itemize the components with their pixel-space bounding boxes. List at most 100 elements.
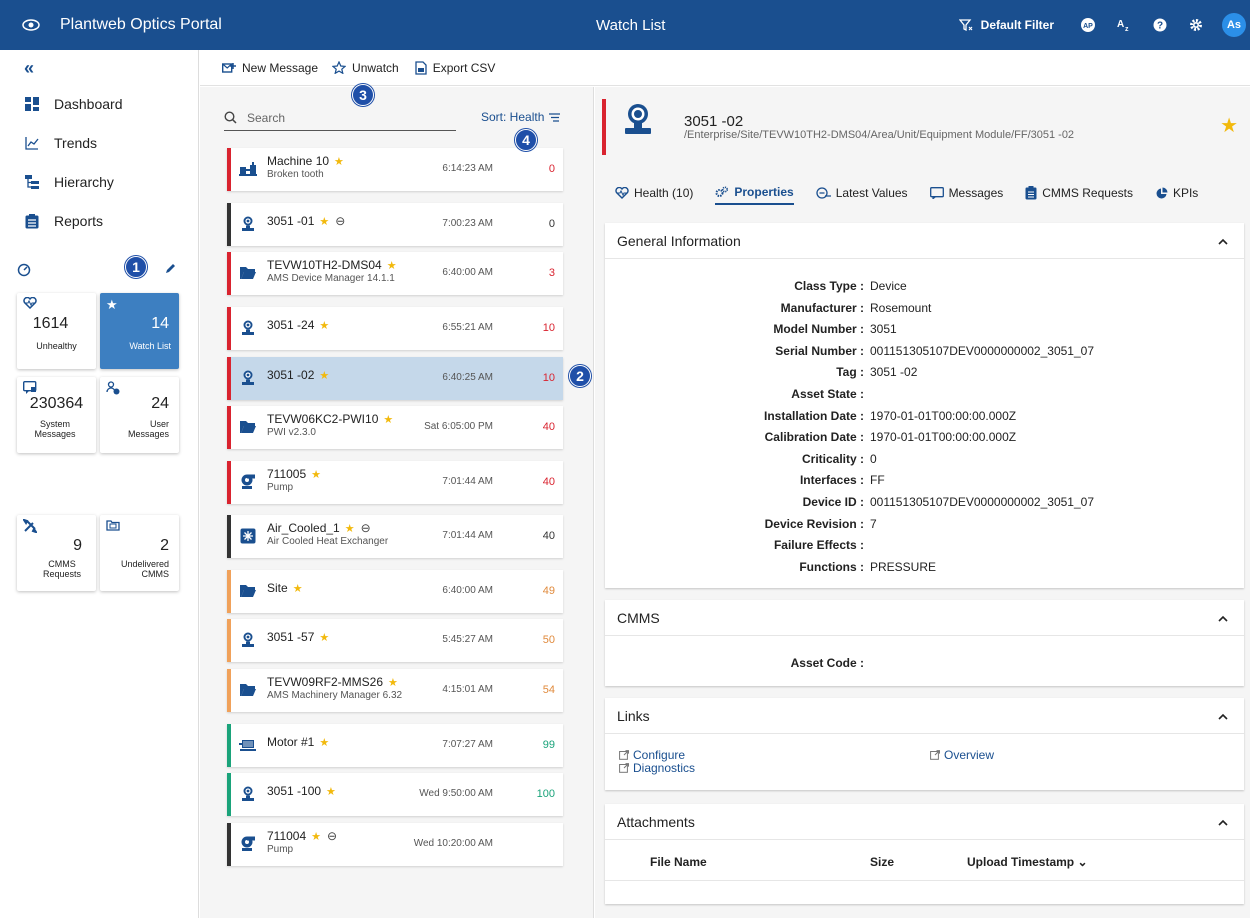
sidebar-item-hierarchy[interactable]: Hierarchy [24, 174, 114, 190]
ap-label: AP [1083, 23, 1093, 30]
health-status-bar [602, 99, 606, 155]
tab-messages[interactable]: Messages [929, 181, 1003, 205]
property-value: FF [870, 473, 885, 488]
edit-pencil-icon[interactable] [164, 263, 176, 278]
column-header-file-name[interactable]: File Name [650, 855, 707, 869]
list-item-time: 7:01:44 AM [442, 476, 493, 487]
list-item[interactable]: 3051 -57 ★ 5:45:27 AM 50 [227, 619, 563, 662]
export-csv-button[interactable]: Export CSV [415, 60, 495, 75]
transmitter-icon [239, 785, 257, 803]
star-icon[interactable]: ★ [387, 259, 397, 272]
tools-icon [21, 518, 39, 536]
list-item-title: TEVW09RF2-MMS26 ★ [267, 675, 398, 689]
detail-pane: 3051 -02 /Enterprise/Site/TEVW10TH2-DMS0… [595, 87, 1250, 918]
unwatch-label: Unwatch [352, 60, 399, 75]
default-filter-button[interactable]: Default Filter [958, 18, 1054, 32]
app-title[interactable]: Plantweb Optics Portal [60, 16, 222, 34]
sidebar-item-label: Trends [54, 135, 98, 151]
chevron-up-icon[interactable] [1218, 234, 1228, 248]
svg-text:A: A [1117, 19, 1124, 30]
csv-file-icon [415, 60, 427, 75]
star-icon[interactable]: ★ [311, 468, 321, 481]
list-item-title: 711005 ★ [267, 467, 321, 481]
sidebar-item-trends[interactable]: Trends [24, 135, 97, 151]
tile-undelivered-cmms[interactable]: 2 Undelivered CMMS [100, 515, 179, 591]
list-item[interactable]: 3051 -100 ★ Wed 9:50:00 AM 100 [227, 773, 563, 816]
collapse-sidebar-icon[interactable]: « [24, 58, 34, 79]
links-header[interactable]: Links [605, 698, 1244, 734]
star-icon[interactable]: ★ [293, 582, 303, 595]
sidebar-item-dashboard[interactable]: Dashboard [24, 96, 123, 112]
star-icon[interactable]: ★ [319, 319, 329, 332]
list-item[interactable]: TEVW09RF2-MMS26 ★ AMS Machinery Manager 6.… [227, 669, 563, 712]
star-icon[interactable]: ★ [311, 830, 321, 843]
eye-logo-icon [22, 16, 40, 34]
star-icon[interactable]: ★ [388, 676, 398, 689]
sidebar-item-reports[interactable]: Reports [24, 213, 103, 229]
property-key: Asset State : [791, 387, 864, 401]
general-information-header[interactable]: General Information [605, 223, 1244, 259]
list-item[interactable]: 711004 ★ ⊖ Pump Wed 10:20:00 AM [227, 823, 563, 866]
search-input[interactable] [247, 110, 437, 125]
list-item-subtitle: Pump [267, 844, 294, 855]
help-icon[interactable]: ? [1152, 17, 1168, 33]
star-icon[interactable]: ★ [319, 631, 329, 644]
list-item[interactable]: Site ★ 6:40:00 AM 49 [227, 570, 563, 613]
sort-button[interactable]: Sort: Health [481, 110, 561, 124]
tile-watch-list[interactable]: ★ 14 Watch List [100, 293, 179, 369]
latest-values-icon [816, 187, 831, 199]
list-item[interactable]: 711005 ★ Pump 7:01:44 AM 40 [227, 461, 563, 504]
star-icon[interactable]: ★ [383, 413, 393, 426]
list-item[interactable]: Air_Cooled_1 ★ ⊖ Air Cooled Heat Exchanger 7… [227, 515, 563, 558]
diagnostics-link[interactable]: Diagnostics [619, 761, 695, 775]
tab-properties[interactable]: Properties [715, 181, 794, 205]
tab-latest-values[interactable]: Latest Values [816, 181, 908, 205]
star-icon[interactable]: ★ [345, 522, 355, 535]
star-icon[interactable]: ★ [319, 736, 329, 749]
list-item[interactable]: TEVW10TH2-DMS04 ★ AMS Device Manager 14.1.… [227, 252, 563, 295]
minus-circle-icon: ⊖ [327, 829, 338, 843]
callout-badge-1: 1 [125, 256, 147, 278]
list-item[interactable]: 3051 -24 ★ 6:55:21 AM 10 [227, 307, 563, 350]
tab-kpis[interactable]: KPIs [1155, 181, 1198, 205]
tile-user-messages[interactable]: 24 User Messages [100, 377, 179, 453]
star-icon[interactable]: ★ [319, 215, 329, 228]
attachments-header[interactable]: Attachments [605, 804, 1244, 840]
list-item[interactable]: Motor #1 ★ 7:07:27 AM 99 [227, 724, 563, 767]
chevron-up-icon[interactable] [1218, 611, 1228, 625]
star-icon[interactable]: ★ [334, 155, 344, 168]
star-icon[interactable]: ★ [319, 369, 329, 382]
list-item-time: 7:01:44 AM [442, 530, 493, 541]
list-item-health-value: 40 [542, 476, 555, 488]
column-header-size[interactable]: Size [870, 855, 894, 869]
chevron-up-icon[interactable] [1218, 709, 1228, 723]
list-item[interactable]: 3051 -01 ★ ⊖ 7:00:23 AM 0 [227, 203, 563, 246]
chevron-up-icon[interactable] [1218, 815, 1228, 829]
overview-link[interactable]: Overview [930, 748, 994, 762]
property-key: Installation Date : [763, 408, 864, 423]
tab-health[interactable]: Health (10) [615, 181, 693, 205]
settings-gear-icon[interactable] [1188, 17, 1204, 33]
watch-star-icon[interactable]: ★ [1220, 113, 1238, 138]
tile-cmms-requests[interactable]: 9 CMMS Requests [17, 515, 96, 591]
fan-icon [239, 527, 257, 545]
configure-link[interactable]: Configure [619, 748, 685, 762]
tab-label: Properties [734, 185, 794, 199]
list-item-title: Site ★ [267, 581, 303, 595]
tile-system-messages[interactable]: 230364 System Messages [17, 377, 96, 453]
list-item[interactable]: Machine 10 ★ Broken tooth 6:14:23 AM 0 [227, 148, 563, 191]
user-avatar[interactable]: As [1222, 13, 1246, 37]
ap-icon[interactable]: AP [1080, 17, 1096, 33]
cmms-header[interactable]: CMMS [605, 600, 1244, 636]
unwatch-button[interactable]: Unwatch [332, 61, 399, 75]
list-item[interactable]: TEVW06KC2-PWI10 ★ PWI v2.3.0 Sat 6:05:00 PM… [227, 406, 563, 449]
property-value: 1970-01-01T00:00:00.000Z [870, 430, 1017, 445]
column-header-upload-timestamp[interactable]: Upload Timestamp ⌄ [967, 855, 1088, 869]
star-icon[interactable]: ★ [326, 785, 336, 798]
overview-label: Overview [944, 748, 995, 762]
language-icon[interactable]: Az [1116, 17, 1132, 33]
list-item[interactable]: 3051 -02 ★ 6:40:25 AM 10 [227, 357, 563, 400]
tab-cmms-requests[interactable]: CMMS Requests [1025, 181, 1133, 205]
new-message-button[interactable]: New Message [222, 61, 318, 75]
tile-unhealthy[interactable]: 1614 Unhealthy [17, 293, 96, 369]
